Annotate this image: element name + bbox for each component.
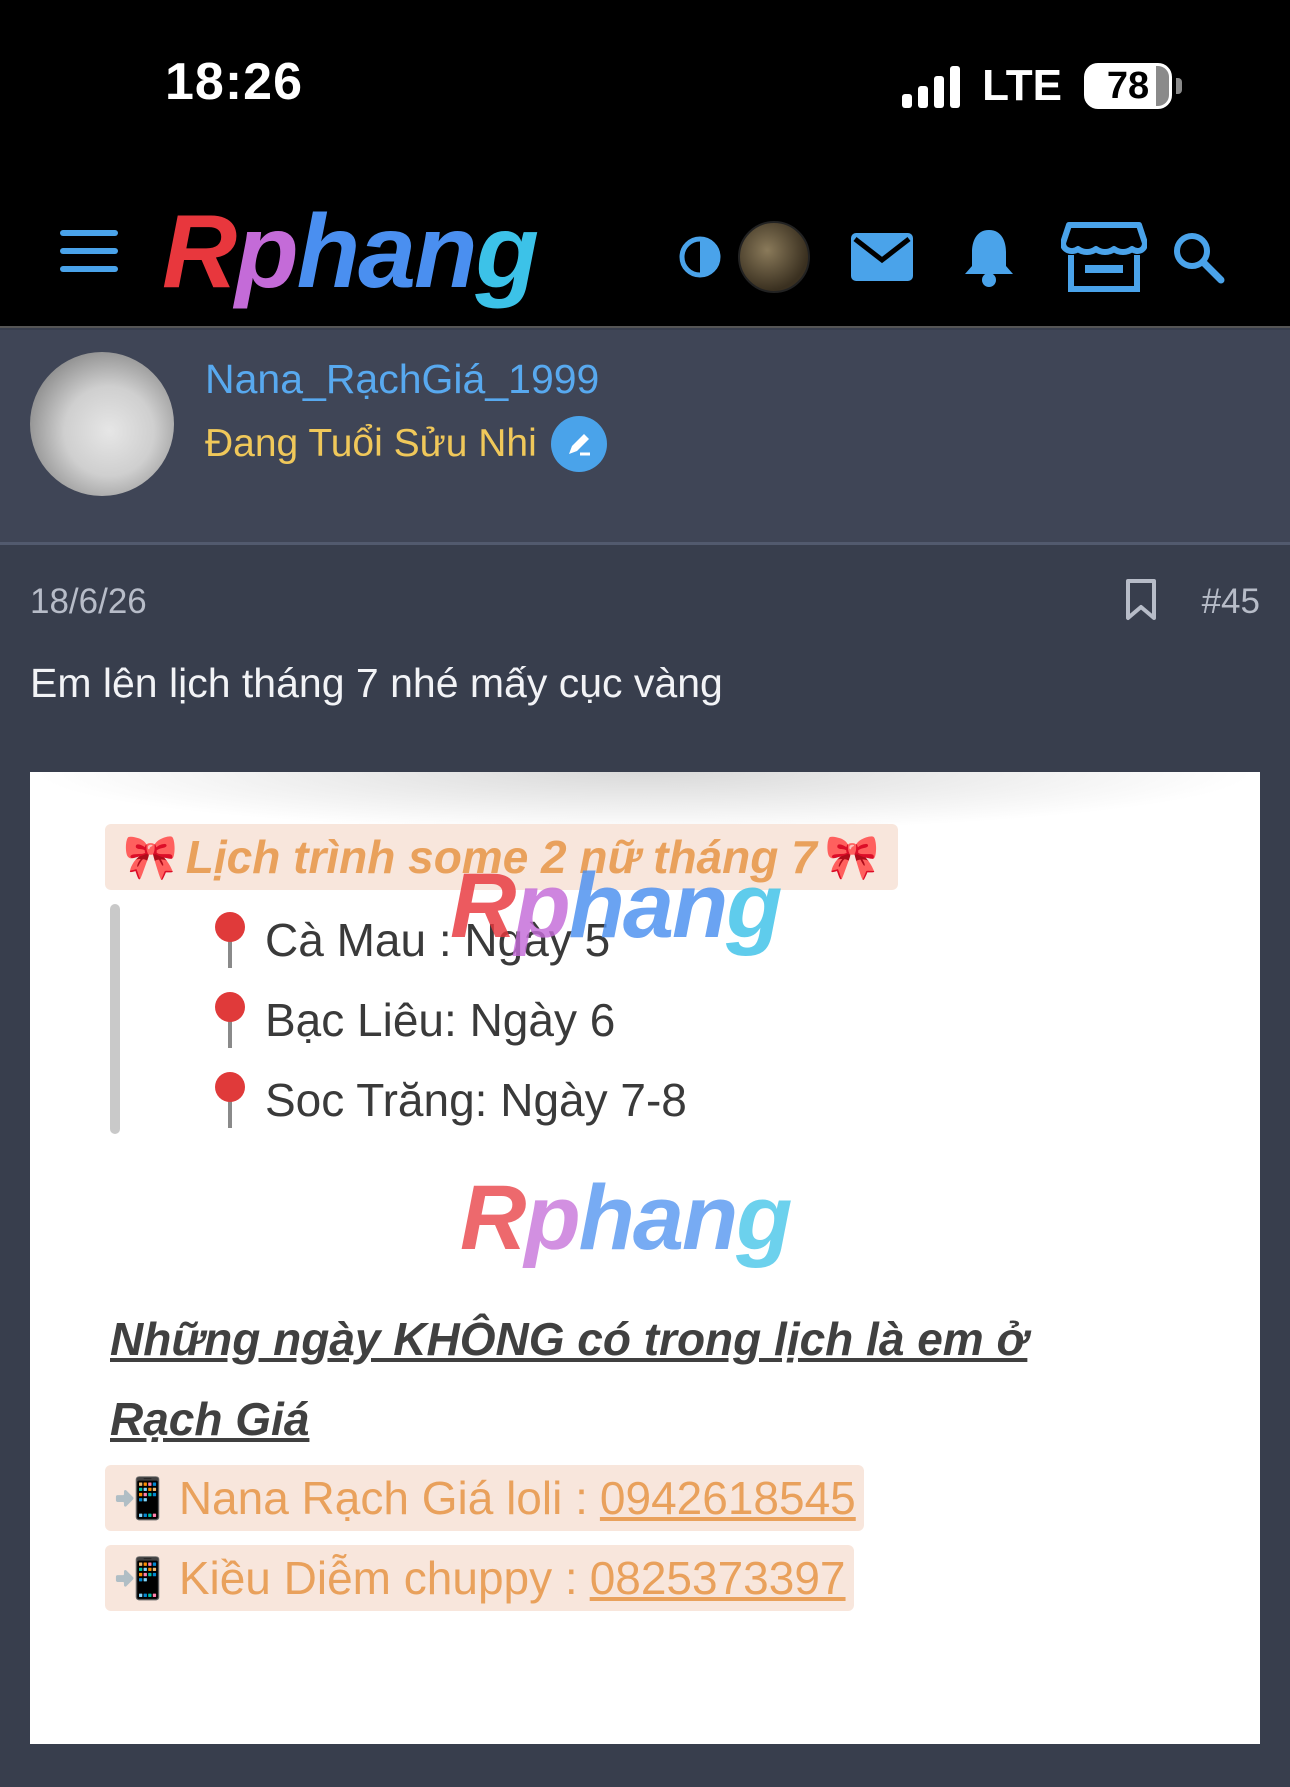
logo-part: han bbox=[296, 194, 478, 310]
phone-icon: 📲 bbox=[113, 1476, 163, 1521]
watermark-part: g bbox=[726, 855, 782, 957]
bell-icon[interactable] bbox=[960, 212, 1018, 302]
contact-label: Kiều Diễm chuppy : bbox=[178, 1552, 578, 1604]
author-title-text: Đang Tuổi Sửu Nhi bbox=[205, 422, 537, 465]
phone-icon: 📲 bbox=[113, 1556, 163, 1601]
menu-icon[interactable] bbox=[60, 230, 118, 272]
ribbon-icon: 🎀 bbox=[123, 833, 178, 882]
logo-part: R bbox=[162, 194, 237, 310]
post-attachment-image[interactable]: 🎀 Lịch trình some 2 nữ tháng 7 🎀 Cà Mau … bbox=[30, 772, 1260, 1744]
location-text: Soc Trăng: Ngày 7-8 bbox=[265, 1074, 687, 1126]
search-icon[interactable] bbox=[1170, 212, 1226, 302]
mail-icon[interactable] bbox=[850, 212, 914, 302]
watermark-part: R bbox=[460, 1167, 526, 1269]
post-number-link[interactable]: #45 bbox=[1202, 582, 1260, 622]
avatar bbox=[738, 221, 810, 293]
contact-number: 0825373397 bbox=[589, 1552, 846, 1604]
watermark-logo: Rphang bbox=[460, 1172, 792, 1264]
user-avatar-button[interactable] bbox=[736, 212, 812, 302]
notice-line: Những ngày KHÔNG có trong lịch là em ở bbox=[110, 1313, 1028, 1365]
contact-item: 📲 Kiều Diễm chuppy : 0825373397 bbox=[105, 1545, 854, 1611]
ribbon-icon: 🎀 bbox=[824, 833, 880, 882]
watermark-logo: Rphang bbox=[450, 860, 782, 952]
contact-item: 📲 Nana Rạch Giá loli : 0942618545 bbox=[105, 1465, 864, 1531]
quote-bar bbox=[110, 904, 120, 1134]
author-title: Đang Tuổi Sửu Nhi bbox=[205, 416, 607, 472]
notice-line: Rạch Giá bbox=[110, 1393, 310, 1445]
location-item: Soc Trăng: Ngày 7-8 bbox=[215, 1072, 687, 1128]
status-bar: 18:26 LTE 78 bbox=[0, 0, 1290, 180]
top-navbar: Rphang bbox=[0, 180, 1290, 328]
contact-number: 0942618545 bbox=[599, 1472, 856, 1524]
verified-badge-icon bbox=[550, 416, 607, 472]
pin-icon bbox=[215, 992, 245, 1048]
battery-level: 78 bbox=[1106, 64, 1150, 107]
network-type: LTE bbox=[982, 61, 1062, 110]
status-time: 18:26 bbox=[165, 53, 303, 111]
contrast-icon[interactable] bbox=[676, 212, 724, 302]
site-logo[interactable]: Rphang bbox=[162, 200, 539, 304]
logo-part: g bbox=[475, 194, 540, 310]
signal-icon bbox=[902, 64, 961, 108]
location-text: Bạc Liêu: Ngày 6 bbox=[265, 994, 616, 1046]
store-icon[interactable] bbox=[1060, 212, 1148, 302]
watermark-part: p bbox=[524, 1167, 580, 1269]
nav-icons bbox=[670, 212, 1240, 302]
watermark-part: han bbox=[578, 1167, 739, 1269]
post-body-text: Em lên lịch tháng 7 nhé mấy cục vàng bbox=[30, 660, 723, 706]
post-date[interactable]: 18/6/26 bbox=[30, 582, 147, 622]
watermark-part: g bbox=[736, 1167, 792, 1269]
battery-icon: 78 bbox=[1084, 63, 1172, 109]
battery-cap bbox=[1176, 78, 1182, 94]
author-avatar[interactable] bbox=[30, 352, 174, 496]
pin-icon bbox=[215, 912, 245, 968]
image-shade bbox=[30, 772, 1260, 832]
watermark-part: han bbox=[568, 855, 729, 957]
status-indicators: LTE 78 bbox=[902, 60, 1182, 112]
author-username[interactable]: Nana_RạchGiá_1999 bbox=[205, 356, 599, 403]
contact-label: Nana Rạch Giá loli : bbox=[178, 1472, 588, 1524]
post-author-header: Nana_RạchGiá_1999 Đang Tuổi Sửu Nhi bbox=[0, 330, 1290, 545]
bookmark-icon[interactable] bbox=[1125, 578, 1157, 622]
location-item: Bạc Liêu: Ngày 6 bbox=[215, 992, 615, 1048]
watermark-part: p bbox=[514, 855, 570, 957]
logo-part: p bbox=[235, 194, 299, 310]
pin-icon bbox=[215, 1072, 245, 1128]
watermark-part: R bbox=[450, 855, 516, 957]
